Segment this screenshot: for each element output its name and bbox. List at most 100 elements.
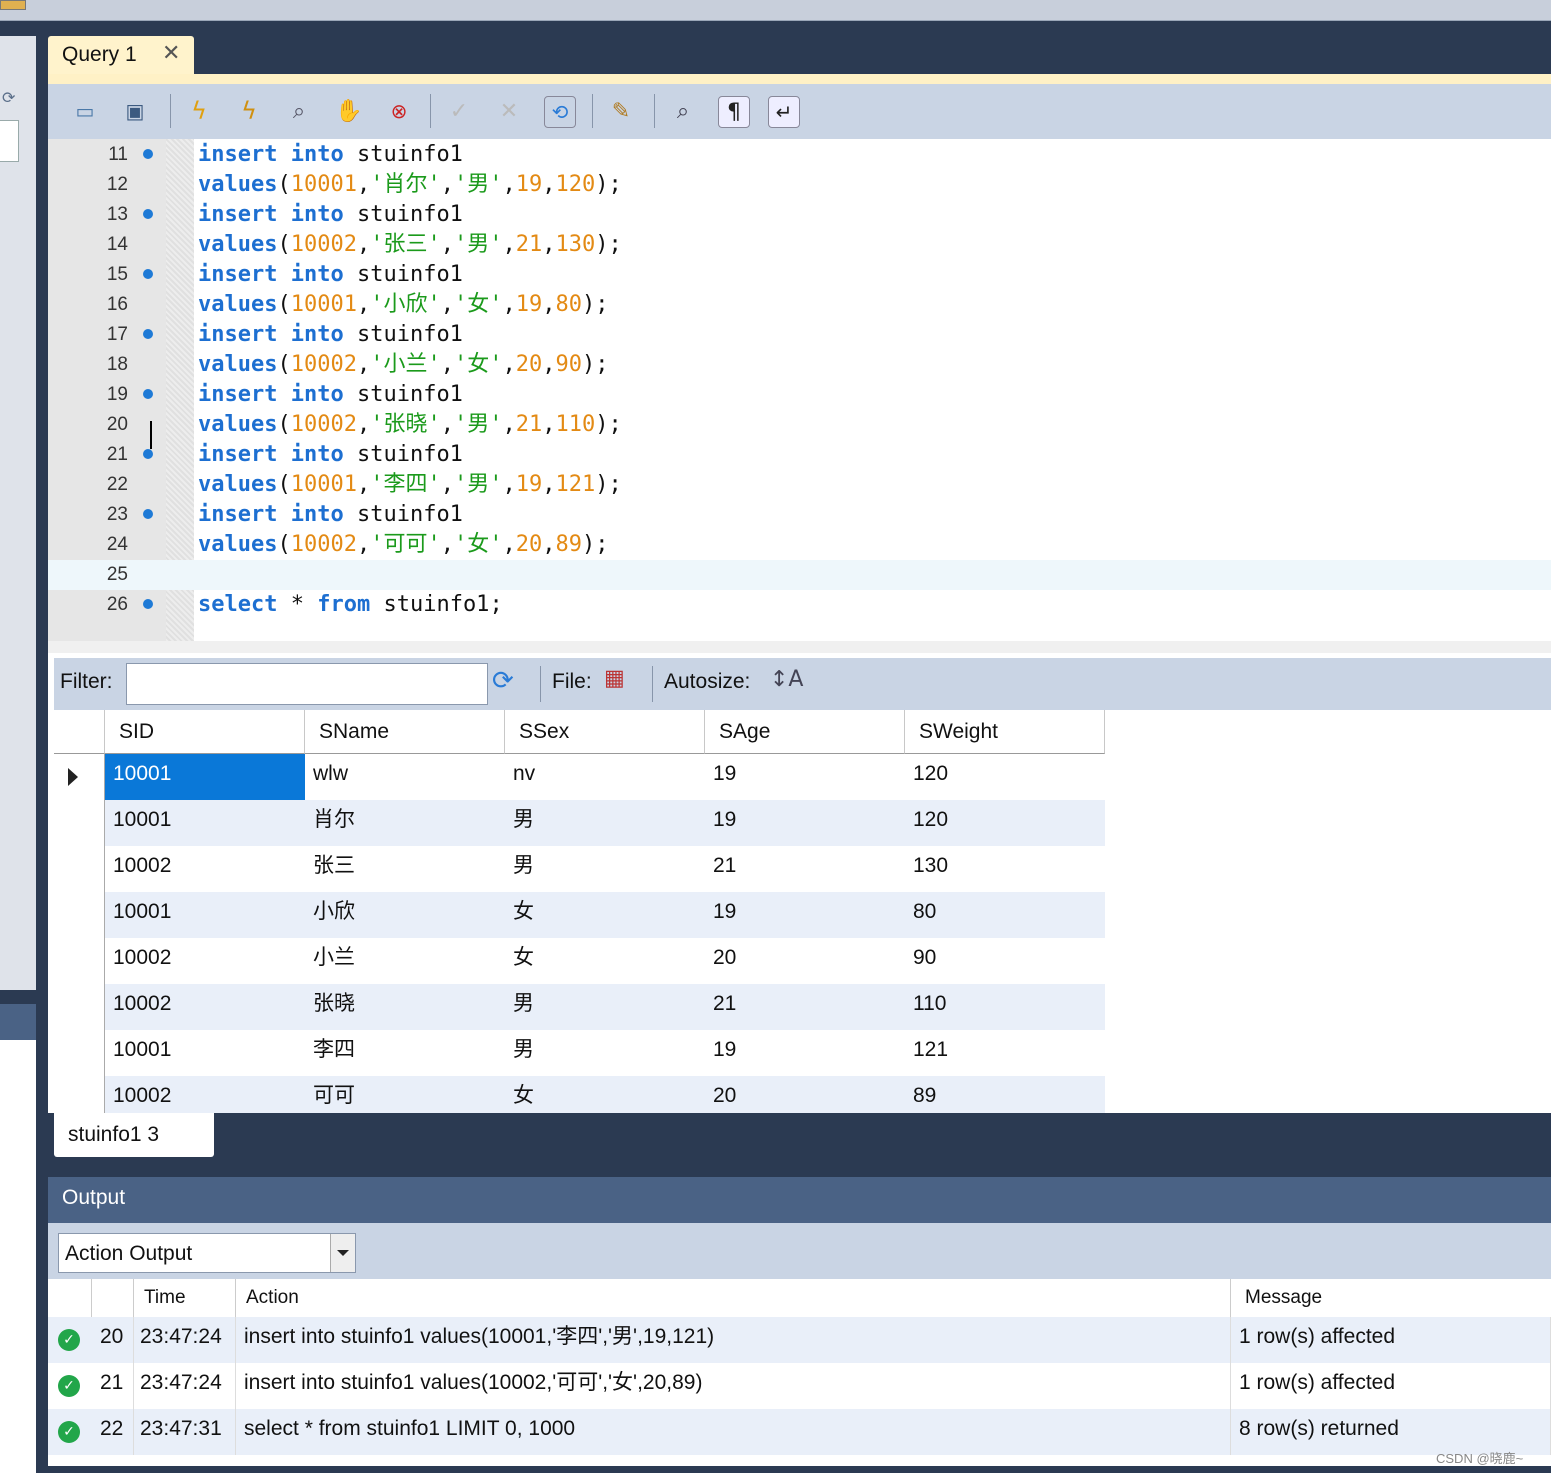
grid-cell[interactable]: 小欣 [305, 892, 505, 938]
row-header[interactable] [54, 1030, 105, 1076]
grid-cell[interactable]: 19 [705, 1030, 905, 1076]
grid-cell[interactable]: 10001 [105, 800, 305, 846]
code-line[interactable]: 12 values(10001,'肖尔','男',19,120); [48, 170, 1551, 200]
grid-cell[interactable]: 10001 [105, 892, 305, 938]
close-icon[interactable]: ✕ [162, 41, 180, 66]
autosize-icon[interactable]: ↕A [770, 667, 803, 692]
grid-cell[interactable]: 21 [705, 984, 905, 1030]
find-icon[interactable]: ⌕ [668, 96, 698, 126]
grid-cell[interactable]: 80 [905, 892, 1105, 938]
code-line[interactable]: 22 values(10001,'李四','男',19,121); [48, 470, 1551, 500]
grid-cell[interactable]: 男 [505, 800, 705, 846]
code-line[interactable]: 16 values(10001,'小欣','女',19,80); [48, 290, 1551, 320]
output-header-action[interactable]: Action [236, 1279, 1231, 1317]
row-header[interactable] [54, 938, 105, 984]
stop-icon[interactable]: ✋ [334, 96, 364, 126]
execute-icon[interactable]: ϟ [184, 96, 214, 126]
code-line[interactable]: 24 values(10002,'可可','女',20,89); [48, 530, 1551, 560]
code-line[interactable]: 13 insert into stuinfo1 [48, 200, 1551, 230]
code-line[interactable]: 19 insert into stuinfo1 [48, 380, 1551, 410]
grid-cell[interactable]: 120 [905, 754, 1105, 800]
navigator-search-input[interactable] [0, 120, 19, 162]
code-line[interactable]: 26 select * from stuinfo1; [48, 590, 1551, 620]
code-line[interactable]: 18 values(10002,'小兰','女',20,90); [48, 350, 1551, 380]
explain-icon[interactable]: ⌕ [284, 96, 314, 126]
code-line[interactable]: 25 [48, 560, 1551, 590]
grid-cell[interactable]: 张晓 [305, 984, 505, 1030]
sql-editor[interactable]: 11 insert into stuinfo1 12 values(10001,'肖尔… [48, 139, 1551, 641]
refresh-icon[interactable]: ⟳ [2, 88, 22, 108]
grid-cell[interactable]: 19 [705, 892, 905, 938]
export-file-icon[interactable]: ▦ [604, 666, 634, 696]
grid-cell[interactable]: 10001 [105, 754, 305, 800]
row-header[interactable] [54, 984, 105, 1030]
code-line[interactable]: 23 insert into stuinfo1 [48, 500, 1551, 530]
table-row[interactable]: 10001 wlw nv 19 120 [54, 754, 1105, 800]
table-row[interactable]: 10001 小欣女 19 80 [54, 892, 1105, 938]
grid-cell[interactable]: 女 [505, 938, 705, 984]
toggle-error-icon[interactable]: ⊗ [384, 96, 414, 126]
grid-cell[interactable]: 10002 [105, 938, 305, 984]
grid-cell[interactable]: nv [505, 754, 705, 800]
output-header-time[interactable]: Time [134, 1279, 236, 1317]
output-row[interactable]: ✓ 21 23:47:24 insert into stuinfo1 values(1… [48, 1363, 1551, 1409]
grid-header-sname[interactable]: SName [305, 710, 505, 754]
grid-cell[interactable]: 110 [905, 984, 1105, 1030]
rollback-icon[interactable]: ✕ [494, 96, 524, 126]
grid-cell[interactable]: 10001 [105, 1030, 305, 1076]
grid-cell[interactable]: 男 [505, 846, 705, 892]
save-icon[interactable]: ▣ [120, 96, 150, 126]
code-line[interactable]: 21 insert into stuinfo1 [48, 440, 1551, 470]
table-row[interactable]: 10001 李四男 19 121 [54, 1030, 1105, 1076]
table-row[interactable]: 10002 张三男 21 130 [54, 846, 1105, 892]
invisible-chars-icon[interactable]: ¶ [718, 96, 750, 128]
output-header-message[interactable]: Message [1231, 1279, 1551, 1317]
grid-header-ssex[interactable]: SSex [505, 710, 705, 754]
grid-cell[interactable]: 女 [505, 892, 705, 938]
table-row[interactable]: 10002 张晓男 21 110 [54, 984, 1105, 1030]
grid-cell[interactable]: 20 [705, 938, 905, 984]
table-row[interactable]: 10001 肖尔男 19 120 [54, 800, 1105, 846]
row-header[interactable] [54, 846, 105, 892]
grid-cell[interactable]: 10002 [105, 984, 305, 1030]
tab-result-stuinfo1[interactable]: stuinfo1 3 [54, 1113, 214, 1157]
commit-icon[interactable]: ✓ [444, 96, 474, 126]
output-type-select[interactable]: Action Output [58, 1233, 356, 1273]
grid-cell[interactable]: 120 [905, 800, 1105, 846]
table-row[interactable]: 10002 小兰女 20 90 [54, 938, 1105, 984]
beautify-icon[interactable]: ✎ [606, 96, 636, 126]
grid-header-sweight[interactable]: SWeight [905, 710, 1105, 754]
grid-cell[interactable]: 肖尔 [305, 800, 505, 846]
word-wrap-icon[interactable]: ↵ [768, 96, 800, 128]
grid-cell[interactable]: 小兰 [305, 938, 505, 984]
autocommit-icon[interactable]: ⟲ [544, 96, 576, 128]
dropdown-button[interactable] [330, 1234, 355, 1272]
output-row[interactable]: ✓ 20 23:47:24 insert into stuinfo1 values(1… [48, 1317, 1551, 1363]
row-header[interactable] [54, 800, 105, 846]
row-header[interactable] [54, 754, 105, 800]
refresh-icon[interactable]: ⟳ [492, 666, 514, 696]
grid-cell[interactable]: 男 [505, 1030, 705, 1076]
open-folder-icon[interactable]: ▭ [70, 96, 100, 126]
grid-cell[interactable]: 21 [705, 846, 905, 892]
code-line[interactable]: 14 values(10002,'张三','男',21,130); [48, 230, 1551, 260]
grid-cell[interactable]: 李四 [305, 1030, 505, 1076]
code-line[interactable]: 20 values(10002,'张晓','男',21,110); [48, 410, 1551, 440]
grid-cell[interactable]: 张三 [305, 846, 505, 892]
grid-cell[interactable]: 男 [505, 984, 705, 1030]
grid-cell[interactable]: 121 [905, 1030, 1105, 1076]
grid-cell[interactable]: 130 [905, 846, 1105, 892]
filter-input[interactable] [126, 663, 488, 705]
tab-query-1[interactable]: Query 1 ✕ [48, 36, 194, 76]
grid-cell[interactable]: 90 [905, 938, 1105, 984]
output-row[interactable]: ✓ 22 23:47:31 select * from stuinfo1 LIMIT … [48, 1409, 1551, 1455]
code-line[interactable]: 15 insert into stuinfo1 [48, 260, 1551, 290]
execute-current-icon[interactable]: ϟ [234, 96, 264, 126]
grid-header-sage[interactable]: SAge [705, 710, 905, 754]
grid-cell[interactable]: wlw [305, 754, 505, 800]
row-header[interactable] [54, 892, 105, 938]
grid-header-sid[interactable]: SID [105, 710, 305, 754]
grid-cell[interactable]: 19 [705, 800, 905, 846]
code-line[interactable]: 11 insert into stuinfo1 [48, 140, 1551, 170]
grid-cell[interactable]: 19 [705, 754, 905, 800]
